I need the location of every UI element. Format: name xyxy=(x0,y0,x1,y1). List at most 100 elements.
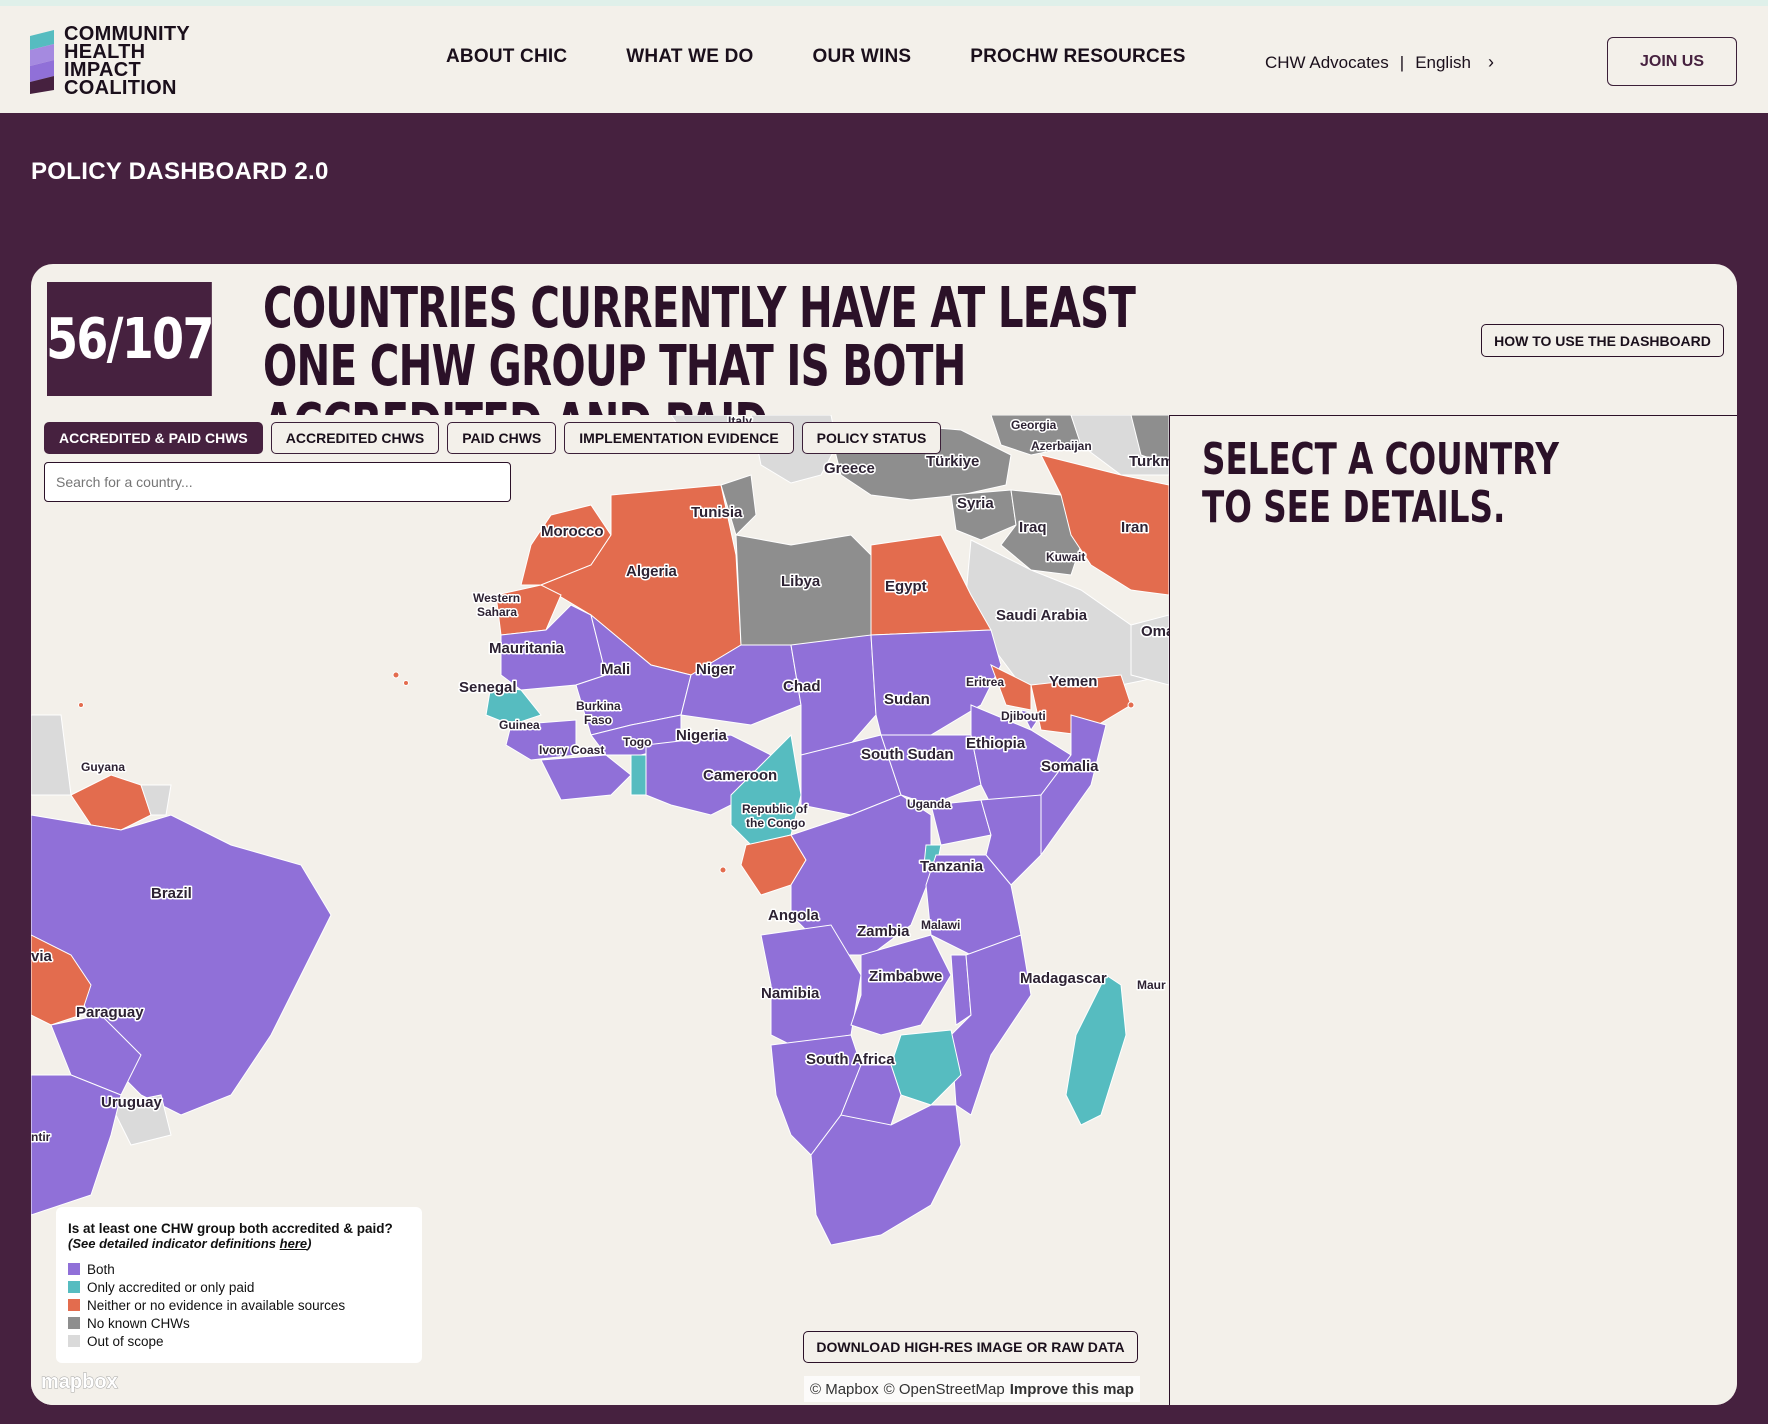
label-saudi-arabia: Saudi Arabia xyxy=(996,607,1088,624)
label-angola: Angola xyxy=(768,907,819,924)
chic-logo[interactable]: COMMUNITY HEALTH IMPACT COALITION xyxy=(30,22,250,102)
label-republic-of: Republic of xyxy=(742,802,808,816)
legend-item-only-one: Only accredited or only paid xyxy=(68,1278,410,1296)
island-caribbean[interactable] xyxy=(78,702,84,708)
label-paraguay: Paraguay xyxy=(76,1004,144,1021)
tab-implementation-evidence[interactable]: IMPLEMENTATION EVIDENCE xyxy=(564,422,794,454)
legend-sub-prefix: (See detailed indicator definitions xyxy=(68,1236,280,1251)
indicator-tabs: ACCREDITED & PAID CHWS ACCREDITED CHWS P… xyxy=(44,422,942,454)
legend-label: Both xyxy=(87,1261,115,1277)
how-to-use-button[interactable]: HOW TO USE THE DASHBOARD xyxy=(1481,324,1724,357)
nav-what-we-do[interactable]: WHAT WE DO xyxy=(626,46,753,68)
label-ethiopia: Ethiopia xyxy=(966,735,1026,752)
nav-our-wins[interactable]: OUR WINS xyxy=(813,46,912,68)
label-kuwait: Kuwait xyxy=(1046,550,1085,564)
label-syria: Syria xyxy=(957,495,994,512)
tab-accredited[interactable]: ACCREDITED CHWS xyxy=(270,422,440,454)
label-zambia: Zambia xyxy=(857,923,910,940)
label-uganda: Uganda xyxy=(907,797,951,811)
legend-label: Out of scope xyxy=(87,1333,164,1349)
legend-label: No known CHWs xyxy=(87,1315,190,1331)
label-eritrea: Eritrea xyxy=(966,675,1004,689)
legend-swatch xyxy=(68,1335,80,1347)
island-cabo-verde-2[interactable] xyxy=(403,680,409,686)
util-separator: | xyxy=(1399,52,1405,72)
label-ivory-coast: Ivory Coast xyxy=(539,743,604,757)
page-title: POLICY DASHBOARD 2.0 xyxy=(31,158,329,185)
label-brazil: Brazil xyxy=(151,885,192,902)
logo-mark-icon xyxy=(30,30,54,94)
country-details-panel: SELECT A COUNTRY TO SEE DETAILS. xyxy=(1169,415,1737,1405)
island-sao-tome[interactable] xyxy=(719,866,727,874)
label-iran: Iran xyxy=(1121,519,1149,536)
label-guinea: Guinea xyxy=(499,718,540,732)
legend-sub-suffix: ) xyxy=(307,1236,312,1251)
improve-map-link[interactable]: Improve this map xyxy=(1010,1381,1134,1398)
choropleth-map[interactable]: Italy Georgia Azerbaijan Türkiye Turkm G… xyxy=(31,415,1169,1405)
label-turkmenistan: Turkm xyxy=(1129,453,1169,470)
label-the-congo: the Congo xyxy=(746,816,805,830)
chw-advocates-link[interactable]: CHW Advocates xyxy=(1265,53,1389,73)
tab-accredited-paid[interactable]: ACCREDITED & PAID CHWS xyxy=(44,422,263,454)
chevron-right-icon[interactable]: › xyxy=(1488,52,1494,73)
label-greece: Greece xyxy=(824,460,875,477)
legend-swatch xyxy=(68,1281,80,1293)
label-chad: Chad xyxy=(783,678,821,695)
legend-swatch xyxy=(68,1317,80,1329)
label-libya: Libya xyxy=(781,573,821,590)
tab-policy-status[interactable]: POLICY STATUS xyxy=(801,422,942,454)
utility-links: CHW Advocates | English › xyxy=(1265,52,1494,73)
download-button[interactable]: DOWNLOAD HIGH-RES IMAGE OR RAW DATA xyxy=(803,1331,1138,1363)
label-tunisia: Tunisia xyxy=(691,504,743,521)
label-sahara: Sahara xyxy=(477,605,517,619)
label-mali: Mali xyxy=(601,661,630,678)
label-senegal: Senegal xyxy=(459,679,517,696)
label-tanzania: Tanzania xyxy=(920,858,984,875)
nav-prochw-resources[interactable]: PROCHW RESOURCES xyxy=(970,46,1185,68)
country-search-input[interactable] xyxy=(44,462,511,502)
label-iraq: Iraq xyxy=(1019,519,1047,536)
attrib-osm-link[interactable]: © OpenStreetMap xyxy=(884,1381,1005,1398)
legend-swatch xyxy=(68,1299,80,1311)
label-western: Western xyxy=(473,591,520,605)
label-niger: Niger xyxy=(696,661,735,678)
label-morocco: Morocco xyxy=(541,523,604,540)
label-madagascar: Madagascar xyxy=(1020,970,1107,987)
island-comoros[interactable] xyxy=(1127,701,1135,709)
label-egypt: Egypt xyxy=(885,578,927,595)
legend-item-out-of-scope: Out of scope xyxy=(68,1332,410,1350)
label-south-africa: South Africa xyxy=(806,1051,895,1068)
main-nav: ABOUT CHIC WHAT WE DO OUR WINS PROCHW RE… xyxy=(446,46,1245,68)
country-togo[interactable] xyxy=(630,754,647,796)
label-somalia: Somalia xyxy=(1041,758,1099,775)
island-cabo-verde[interactable] xyxy=(392,671,400,679)
label-uruguay: Uruguay xyxy=(101,1094,163,1111)
attrib-mapbox-link[interactable]: © Mapbox xyxy=(810,1381,879,1398)
mapbox-logo[interactable]: mapbox xyxy=(41,1371,119,1394)
map-attribution: © Mapbox © OpenStreetMap Improve this ma… xyxy=(804,1376,1140,1402)
label-turkiye: Türkiye xyxy=(926,453,979,470)
label-oman: Oma xyxy=(1141,623,1169,640)
language-selector[interactable]: English xyxy=(1415,53,1471,73)
label-argentina: ntir xyxy=(31,1130,51,1144)
definitions-link[interactable]: here xyxy=(280,1236,307,1251)
join-us-button[interactable]: JOIN US xyxy=(1607,37,1737,86)
legend-item-both: Both xyxy=(68,1260,410,1278)
label-mauritania: Mauritania xyxy=(489,640,565,657)
label-namibia: Namibia xyxy=(761,985,820,1002)
dashboard-card: 56/107 COUNTRIES CURRENTLY HAVE AT LEAST… xyxy=(31,264,1737,1405)
nav-about-chic[interactable]: ABOUT CHIC xyxy=(446,46,567,68)
label-georgia: Georgia xyxy=(1011,418,1057,432)
label-nigeria: Nigeria xyxy=(676,727,728,744)
map-legend: Is at least one CHW group both accredite… xyxy=(56,1207,422,1363)
label-zimbabwe: Zimbabwe xyxy=(869,968,942,985)
legend-label: Only accredited or only paid xyxy=(87,1279,255,1295)
details-placeholder-title: SELECT A COUNTRY TO SEE DETAILS. xyxy=(1202,434,1560,533)
label-algeria: Algeria xyxy=(626,563,678,580)
logo-wordmark: COMMUNITY HEALTH IMPACT COALITION xyxy=(64,24,190,98)
legend-subtitle: (See detailed indicator definitions here… xyxy=(68,1236,410,1251)
label-faso: Faso xyxy=(584,713,612,727)
label-burkina: Burkina xyxy=(576,699,621,713)
site-header: COMMUNITY HEALTH IMPACT COALITION ABOUT … xyxy=(0,6,1768,113)
tab-paid[interactable]: PAID CHWS xyxy=(447,422,557,454)
